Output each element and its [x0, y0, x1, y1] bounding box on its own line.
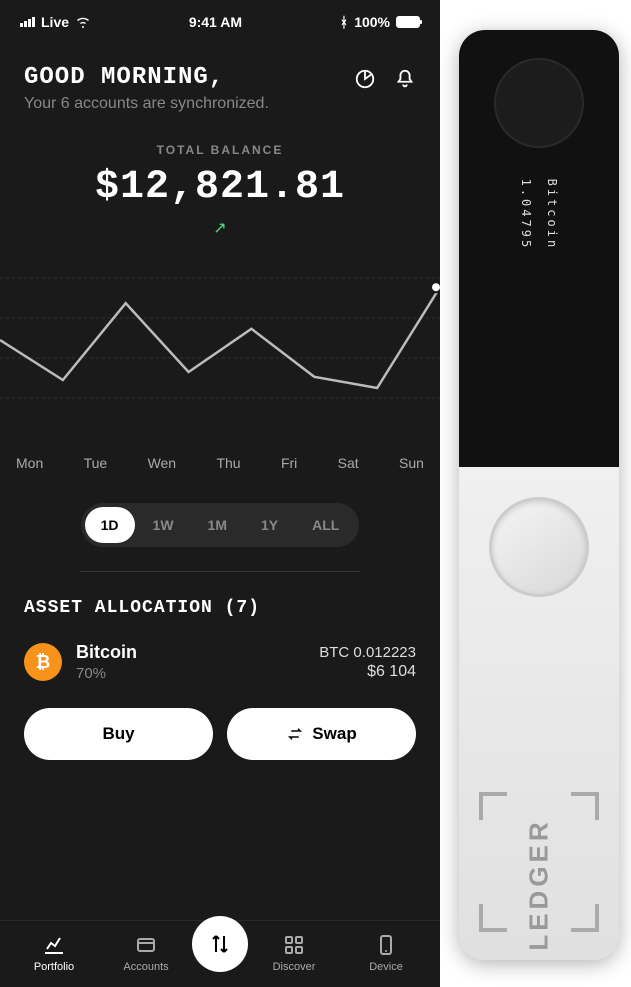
- chart-day-label: Tue: [84, 455, 108, 471]
- bottom-nav: Portfolio Accounts Discover Device: [0, 920, 440, 987]
- device-button: [489, 497, 589, 597]
- device-nav-ring: [494, 58, 584, 148]
- balance-chart[interactable]: Mon Tue Wen Thu Fri Sat Sun: [0, 248, 440, 483]
- asset-row-bitcoin[interactable]: ₿ Bitcoin 70% BTC 0.012223 $6 104: [0, 634, 440, 694]
- nav-device-label: Device: [369, 961, 403, 973]
- chart-day-label: Fri: [281, 455, 297, 471]
- device-top: Bitcoin 1.04795: [459, 30, 619, 467]
- header: GOOD MORNING, Your 6 accounts are synchr…: [0, 44, 440, 123]
- buy-label: Buy: [102, 724, 134, 744]
- chart-day-label: Sat: [338, 455, 359, 471]
- nav-discover-label: Discover: [273, 961, 316, 973]
- chart-day-label: Mon: [16, 455, 43, 471]
- nav-transfer-button[interactable]: [192, 916, 248, 972]
- wallet-icon: [134, 933, 158, 957]
- trend-up-icon: ↗: [213, 218, 226, 238]
- status-left: Live: [20, 14, 91, 30]
- range-1w[interactable]: 1W: [137, 507, 190, 543]
- signal-icon: [20, 17, 35, 27]
- status-bar: Live 9:41 AM ᚼ 100%: [0, 0, 440, 44]
- buy-button[interactable]: Buy: [24, 708, 213, 760]
- wifi-icon: [75, 16, 91, 28]
- divider: [80, 571, 360, 572]
- device-screen: Bitcoin 1.04795: [513, 179, 566, 251]
- pie-chart-icon[interactable]: [354, 68, 376, 90]
- hardware-device: Bitcoin 1.04795 LEDGER: [459, 30, 619, 960]
- device-body: LEDGER: [459, 467, 619, 960]
- nav-discover[interactable]: Discover: [248, 933, 340, 973]
- swap-label: Swap: [312, 724, 356, 744]
- sync-subtitle: Your 6 accounts are synchronized.: [24, 95, 269, 113]
- range-all[interactable]: ALL: [296, 507, 355, 543]
- chart-day-label: Sun: [399, 455, 424, 471]
- status-right: ᚼ 100%: [340, 14, 420, 30]
- bitcoin-icon: ₿: [24, 643, 62, 681]
- range-1m[interactable]: 1M: [192, 507, 243, 543]
- nav-device[interactable]: Device: [340, 933, 432, 973]
- bell-icon[interactable]: [394, 68, 416, 90]
- range-1d[interactable]: 1D: [85, 507, 135, 543]
- allocation-title: ASSET ALLOCATION (7): [0, 588, 440, 634]
- chart-days-row: Mon Tue Wen Thu Fri Sat Sun: [0, 443, 440, 483]
- asset-value: $6 104: [319, 663, 416, 681]
- balance-section: TOTAL BALANCE $12,821.81 ↗: [0, 123, 440, 248]
- nav-portfolio[interactable]: Portfolio: [8, 933, 100, 973]
- balance-label: TOTAL BALANCE: [0, 143, 440, 157]
- chart-day-label: Wen: [148, 455, 177, 471]
- asset-amount: BTC 0.012223: [319, 644, 416, 661]
- range-selector: 1D1W1M1YALL: [0, 503, 440, 547]
- status-time: 9:41 AM: [189, 14, 242, 30]
- battery-icon: [396, 16, 420, 28]
- nav-accounts-label: Accounts: [123, 961, 168, 973]
- asset-name: Bitcoin: [76, 642, 137, 663]
- device-brand-text: LEDGER: [524, 818, 555, 950]
- nav-accounts[interactable]: Accounts: [100, 933, 192, 973]
- transfer-icon: [208, 932, 232, 956]
- carrier-label: Live: [41, 14, 69, 30]
- phone-app-frame: Live 9:41 AM ᚼ 100% GOOD MORNING, Your 6…: [0, 0, 440, 987]
- swap-button[interactable]: Swap: [227, 708, 416, 760]
- asset-pct: 70%: [76, 665, 137, 682]
- bluetooth-icon: ᚼ: [340, 14, 348, 30]
- chart-day-label: Thu: [216, 455, 240, 471]
- action-buttons-row: Buy Swap: [0, 694, 440, 760]
- device-icon: [374, 933, 398, 957]
- greeting-text: GOOD MORNING,: [24, 64, 269, 91]
- swap-icon: [286, 725, 304, 743]
- balance-value: $12,821.81: [0, 165, 440, 210]
- grid-icon: [282, 933, 306, 957]
- range-1y[interactable]: 1Y: [245, 507, 294, 543]
- battery-pct: 100%: [354, 14, 390, 30]
- nav-portfolio-label: Portfolio: [34, 961, 74, 973]
- chart-line-icon: [42, 933, 66, 957]
